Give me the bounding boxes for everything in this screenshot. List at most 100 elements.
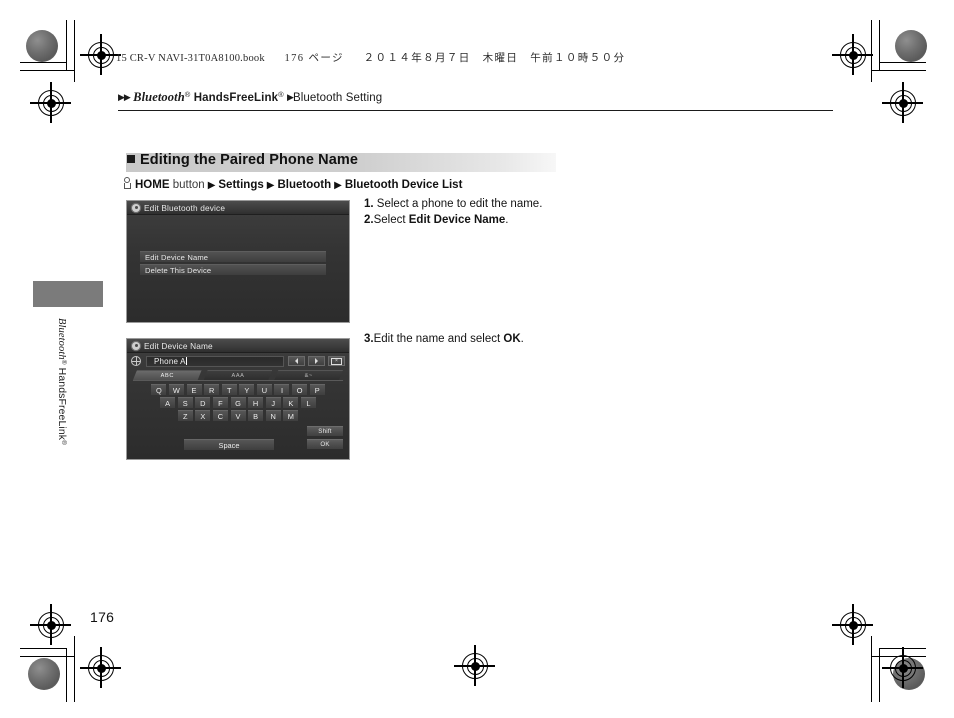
density-blob-top-left <box>26 30 58 62</box>
text-entry-bar: Phone A × <box>131 355 345 367</box>
device-menu-list: Edit Device Name Delete This Device <box>140 251 326 277</box>
tab-label: AAA <box>231 372 245 379</box>
key-t[interactable]: T <box>221 384 237 395</box>
step-item: 3.Edit the name and select OK. <box>364 332 524 348</box>
chapter-label-rest: HandsFreeLink <box>56 367 68 441</box>
nav-bluetooth-label: Bluetooth <box>277 179 332 191</box>
crop-line <box>74 636 76 702</box>
key-k[interactable]: K <box>283 397 299 409</box>
key-shift[interactable]: Shift <box>307 426 343 436</box>
key-o[interactable]: O <box>292 384 308 395</box>
menu-item-edit-device-name[interactable]: Edit Device Name <box>140 251 326 262</box>
key-n[interactable]: N <box>265 410 281 422</box>
key-i[interactable]: I <box>274 384 290 395</box>
key-u[interactable]: U <box>256 384 272 395</box>
key-z[interactable]: Z <box>177 410 193 422</box>
tab-label: ABC <box>160 372 174 379</box>
registered-mark: ® <box>278 90 284 99</box>
step-number: 3. <box>364 333 374 345</box>
key-q[interactable]: Q <box>151 384 167 395</box>
arrow-right-icon <box>315 358 318 364</box>
book-page-label: 176 ページ <box>284 53 344 64</box>
nav-home-label: HOME <box>135 179 170 191</box>
screen-titlebar: Edit Bluetooth device <box>127 201 349 215</box>
header-rule <box>118 110 833 112</box>
chapter-side-label: Bluetooth® HandsFreeLink® <box>56 318 68 458</box>
input-value: Phone A <box>154 356 186 366</box>
step-text: Select <box>373 213 409 226</box>
screenshot-edit-bluetooth-device: Edit Bluetooth device Edit Device Name D… <box>126 200 350 323</box>
screen-titlebar: Edit Device Name <box>127 339 349 353</box>
key-m[interactable]: M <box>283 410 299 422</box>
step-text: Edit the name and select <box>373 333 504 345</box>
keyboard-bottom-row: Space Shift OK <box>127 423 349 457</box>
registration-mark <box>832 34 873 75</box>
crop-line <box>871 20 873 82</box>
key-x[interactable]: X <box>195 410 211 422</box>
screen-title: Edit Device Name <box>144 340 213 351</box>
keyboard-row: Z X C V B N M <box>127 410 349 422</box>
cursor-right-button[interactable] <box>308 356 325 366</box>
registered-mark: ® <box>60 440 67 446</box>
keyboard-keys: Q W E R T Y U I O P A S D F G H J K L Z … <box>127 384 349 424</box>
device-name-input[interactable]: Phone A <box>146 355 284 367</box>
key-e[interactable]: E <box>186 384 202 395</box>
key-s[interactable]: S <box>177 397 193 409</box>
tab-aaa[interactable]: AAA <box>204 370 273 380</box>
step-number: 2. <box>364 213 374 226</box>
key-a[interactable]: A <box>160 397 176 409</box>
key-l[interactable]: L <box>300 397 316 409</box>
key-f[interactable]: F <box>212 397 228 409</box>
breadcrumb-bluetooth: Bluetooth <box>133 90 185 104</box>
screenshot-edit-device-name: Edit Device Name Phone A × ABC AAA &~ Q … <box>126 338 350 460</box>
menu-item-delete-this-device[interactable]: Delete This Device <box>140 264 326 275</box>
page-title-text: Editing the Paired Phone Name <box>140 152 359 168</box>
tab-abc[interactable]: ABC <box>133 370 202 380</box>
tab-underline <box>133 380 343 381</box>
key-h[interactable]: H <box>248 397 264 409</box>
key-c[interactable]: C <box>212 410 228 422</box>
key-r[interactable]: R <box>204 384 220 395</box>
nav-arrow-icon: ▶ <box>266 180 275 191</box>
nav-device-list-label: Bluetooth Device List <box>344 179 463 191</box>
key-ok[interactable]: OK <box>307 439 343 449</box>
key-d[interactable]: D <box>195 397 211 409</box>
globe-icon[interactable] <box>131 356 141 366</box>
key-j[interactable]: J <box>265 397 281 409</box>
bullet-square-icon <box>127 155 135 163</box>
nav-arrow-icon: ▶ <box>207 180 216 191</box>
crop-line <box>66 20 68 70</box>
registration-mark <box>882 82 923 123</box>
menu-item-label: Edit Device Name <box>145 252 209 262</box>
registration-mark <box>80 34 121 75</box>
cursor-controls: × <box>288 356 345 366</box>
step-text-post: . <box>505 213 509 226</box>
key-v[interactable]: V <box>230 410 246 422</box>
step-number: 1. <box>364 198 374 210</box>
density-blob-top-right <box>895 30 927 62</box>
book-file-line: 15 CR-V NAVI-31T0A8100.book 176 ページ ２０１４… <box>116 50 625 65</box>
step-emphasis: OK <box>503 333 521 345</box>
key-space[interactable]: Space <box>184 439 274 450</box>
cursor-left-button[interactable] <box>288 356 305 366</box>
chapter-thumb-tab <box>33 281 103 307</box>
crop-line <box>20 62 66 64</box>
screen-title: Edit Bluetooth device <box>144 202 226 213</box>
navigation-path: HOME button ▶ Settings ▶ Bluetooth ▶ Bluetooth… <box>123 177 462 191</box>
page-title: Editing the Paired Phone Name <box>127 152 358 168</box>
density-blob-bottom-left <box>28 658 60 690</box>
key-g[interactable]: G <box>230 397 246 409</box>
key-w[interactable]: W <box>168 384 184 395</box>
key-p[interactable]: P <box>309 384 325 395</box>
keyboard-mode-tabs: ABC AAA &~ <box>133 370 343 380</box>
key-b[interactable]: B <box>248 410 264 422</box>
nav-arrow-icon: ▶ <box>334 180 342 191</box>
arrow-left-icon <box>295 358 298 364</box>
keyboard-row: A S D F G H J K L <box>127 397 349 409</box>
backspace-button[interactable]: × <box>328 356 345 366</box>
breadcrumb-handsfreelink: HandsFreeLink <box>193 92 279 104</box>
key-y[interactable]: Y <box>239 384 255 395</box>
crop-line <box>74 20 76 82</box>
tab-symbols[interactable]: &~ <box>274 370 343 380</box>
backspace-icon: × <box>331 357 342 365</box>
